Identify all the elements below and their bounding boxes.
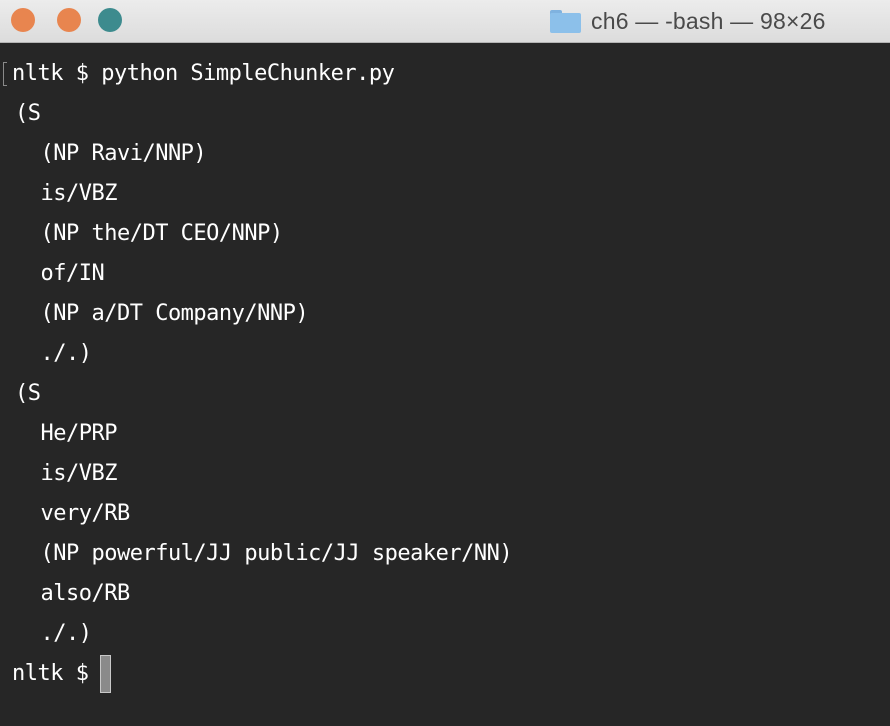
zoom-window-button[interactable] (98, 8, 122, 32)
terminal-window: ch6 — -bash — 98×26 nltk $ python Simple… (0, 0, 890, 726)
window-title: ch6 — -bash — 98×26 (591, 7, 826, 34)
close-window-button[interactable] (11, 8, 35, 32)
title-bar[interactable]: ch6 — -bash — 98×26 (0, 0, 890, 43)
terminal-output[interactable]: nltk $ python SimpleChunker.py (S (NP Ra… (0, 43, 890, 726)
terminal-line-command: nltk $ python SimpleChunker.py (0, 54, 890, 94)
terminal-line: is/VBZ (15, 461, 117, 486)
prompt-line[interactable]: nltk $ (0, 654, 890, 694)
terminal-line: very/RB (15, 501, 130, 526)
terminal-line: (NP Ravi/NNP) (15, 141, 207, 166)
minimize-window-button[interactable] (57, 8, 81, 32)
terminal-line: of/IN (15, 261, 105, 286)
terminal-line: ./.) (15, 341, 92, 366)
terminal-line: ./.) (15, 621, 92, 646)
text-cursor (100, 655, 112, 693)
terminal-line: (NP the/DT CEO/NNP) (15, 221, 283, 246)
terminal-line: also/RB (15, 581, 130, 606)
terminal-line: (S (15, 101, 41, 126)
window-title-group: ch6 — -bash — 98×26 (550, 6, 826, 36)
terminal-line: (NP powerful/JJ public/JJ speaker/NN) (15, 541, 513, 566)
shell-prompt: nltk $ (12, 661, 89, 686)
folder-icon (550, 9, 581, 33)
terminal-line: is/VBZ (15, 181, 117, 206)
mark-bracket-icon (3, 62, 7, 86)
terminal-line: (NP a/DT Company/NNP) (15, 301, 309, 326)
terminal-line: He/PRP (15, 421, 117, 446)
terminal-line: (S (15, 381, 41, 406)
